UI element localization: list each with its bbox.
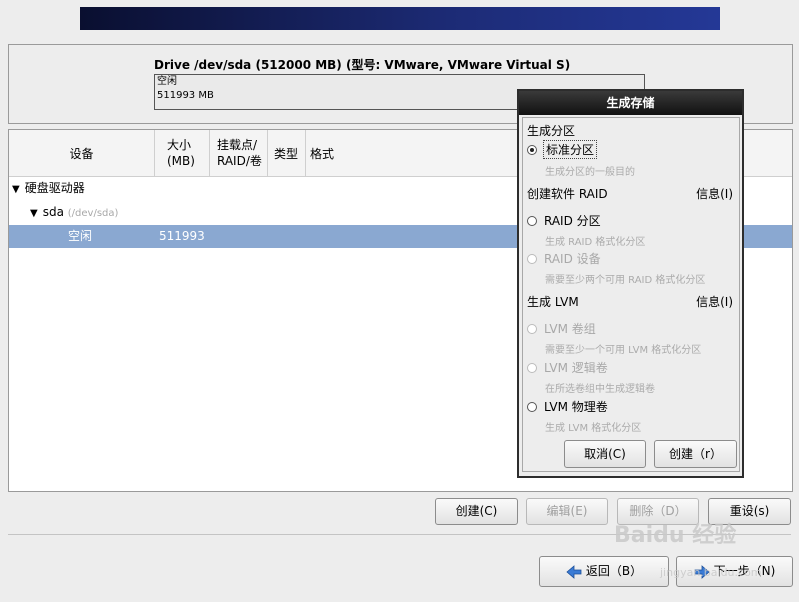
column-header-mount[interactable]: 挂载点/ RAID/卷 [210,130,268,176]
option-lvm-volume-group[interactable]: LVM 卷组 [527,320,596,337]
option-raid-device[interactable]: RAID 设备 [527,250,601,267]
option-lvm-physical-volume[interactable]: LVM 物理卷 [527,398,608,415]
section-software-raid: 创建软件 RAID [527,187,608,201]
drive-title: Drive /dev/sda (512000 MB) (型号: VMware, … [154,58,571,72]
info-raid-button[interactable]: 信息(I) [696,185,733,202]
desc-lvm-volume-group: 需要至少一个可用 LVM 格式化分区 [545,345,702,356]
back-button[interactable]: 返回（B） [539,556,669,587]
option-raid-partition[interactable]: RAID 分区 [527,212,601,229]
radio-icon[interactable] [527,362,537,373]
radio-icon[interactable] [527,323,537,334]
free-space-label: 空闲 [68,229,93,243]
section-lvm: 生成 LVM [527,295,579,309]
radio-icon[interactable] [527,253,537,264]
column-header-type[interactable]: 类型 [268,130,306,176]
info-lvm-button[interactable]: 信息(I) [696,293,733,310]
dialog-title: 生成存储 [519,91,742,115]
edit-button[interactable]: 编辑(E) [526,498,608,525]
create-button[interactable]: 创建(C) [435,498,518,525]
dialog-create-button[interactable]: 创建（r） [654,440,737,468]
desc-raid-partition: 生成 RAID 格式化分区 [545,237,646,248]
option-standard-partition[interactable]: 标准分区 [527,140,598,159]
arrow-left-icon [566,564,582,579]
expander-down-icon[interactable]: ▼ [30,202,38,225]
create-storage-dialog: 生成存储 生成分区 标准分区 生成分区的一般目的 创建软件 RAID 信息(I)… [517,89,744,478]
expander-down-icon[interactable]: ▼ [9,178,20,201]
drive-bar-label: 空闲 [157,76,177,87]
watermark-url: jingyan.baidu.com [660,566,762,579]
device-path: (/dev/sda) [67,208,119,219]
radio-selected-icon[interactable] [527,144,537,155]
free-space-size: 511993 [159,229,205,243]
dialog-cancel-button[interactable]: 取消(C) [564,440,646,468]
desc-raid-device: 需要至少两个可用 RAID 格式化分区 [545,275,706,286]
option-lvm-logical-volume[interactable]: LVM 逻辑卷 [527,359,608,376]
column-header-device[interactable]: 设备 [9,130,155,176]
column-header-size[interactable]: 大小 (MB) [155,130,210,176]
desc-standard-partition: 生成分区的一般目的 [545,167,635,178]
header-banner [80,7,720,30]
desc-lvm-physical-volume: 生成 LVM 格式化分区 [545,423,642,434]
radio-icon[interactable] [527,401,537,412]
desc-lvm-logical-volume: 在所选卷组中生成逻辑卷 [545,384,655,395]
dialog-content: 生成分区 标准分区 生成分区的一般目的 创建软件 RAID 信息(I) RAID… [522,117,740,472]
section-create-partition: 生成分区 [527,124,576,138]
watermark-logo: Baidu 经验 [614,523,737,548]
radio-icon[interactable] [527,215,537,226]
